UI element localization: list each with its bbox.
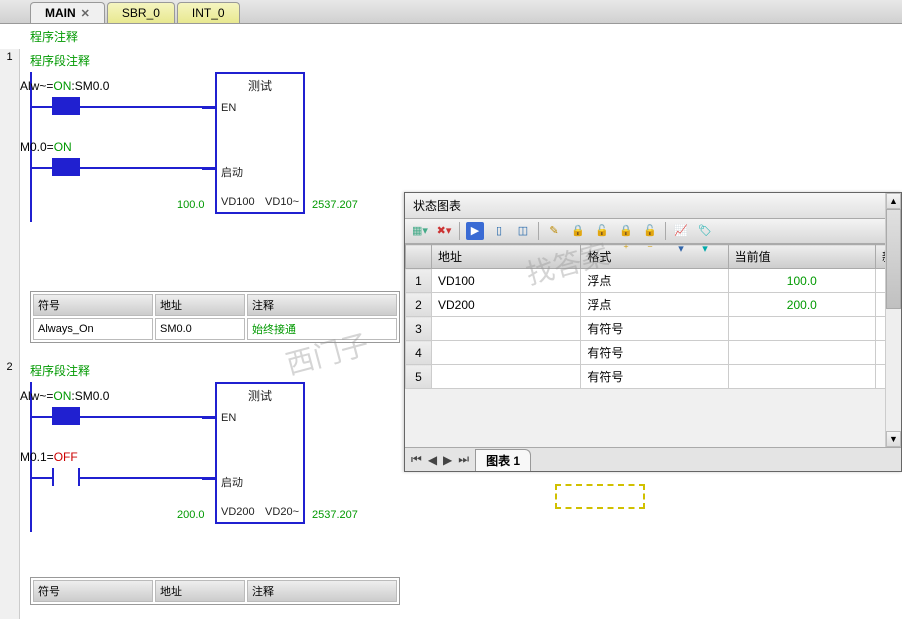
selection-marker (555, 484, 645, 509)
tab-sbr0[interactable]: SBR_0 (107, 2, 175, 23)
fb-title: 测试 (217, 74, 303, 97)
status-panel-title: 状态图表 (405, 193, 901, 219)
chart-tab[interactable]: 图表 1 (475, 449, 531, 471)
unlock-all-icon[interactable]: 🔓⁻ (641, 222, 659, 240)
status-toolbar: ▦▾ ✖▾ ▶ ▯ ◫ ✎ 🔒 🔓 🔒⁺ 🔓⁻ 📈▾ 🏷▾ (405, 219, 901, 244)
copy-icon[interactable]: ▯ (490, 222, 508, 240)
nav-prev-icon[interactable]: ◀ (428, 453, 437, 467)
program-comment[interactable]: 程序注释 (0, 24, 405, 49)
tab-int0[interactable]: INT_0 (177, 2, 240, 23)
status-table[interactable]: 地址 格式 当前值 新 1VD100浮点100.0 2VD200浮点200.0 … (405, 244, 901, 389)
status-tab-nav: ⏮ ◀ ▶ ⏭ 图表 1 (405, 447, 901, 471)
nav-last-icon[interactable]: ⏭ (458, 452, 469, 467)
table-row: 5有符号 (406, 365, 901, 389)
scroll-thumb[interactable] (886, 209, 901, 309)
fb-test-box[interactable]: 测试 EN 启动 VD100 VD10~ (215, 72, 305, 214)
scroll-down-icon[interactable]: ▼ (886, 431, 901, 447)
tab-main-label: MAIN (45, 6, 76, 20)
network-comment[interactable]: 程序段注释 (0, 49, 405, 72)
table-row: 1VD100浮点100.0 (406, 269, 901, 293)
symbol-table[interactable]: 符号地址注释 (30, 577, 400, 605)
scroll-up-icon[interactable]: ▲ (886, 193, 901, 209)
status-vscrollbar[interactable]: ▲ ▼ (885, 193, 901, 447)
tab-main[interactable]: MAIN ✕ (30, 2, 105, 23)
fb-test-box-b[interactable]: 测试 EN 启动 VD200 VD20~ (215, 382, 305, 524)
nav-next-icon[interactable]: ▶ (443, 453, 452, 467)
symbol-table[interactable]: 符号地址注释 Always_OnSM0.0始终接通 (30, 291, 400, 343)
tag-icon[interactable]: 🏷▾ (696, 222, 714, 240)
status-chart-panel: 状态图表 ▦▾ ✖▾ ▶ ▯ ◫ ✎ 🔒 🔓 🔒⁺ 🔓⁻ 📈▾ 🏷▾ 地址 格式… (404, 192, 902, 472)
delete-icon[interactable]: ✖▾ (435, 222, 453, 240)
nav-first-icon[interactable]: ⏮ (411, 452, 422, 467)
lock-icon[interactable]: 🔒 (569, 222, 587, 240)
new-icon[interactable]: ▦▾ (411, 222, 429, 240)
edit-icon[interactable]: ✎ (545, 222, 563, 240)
lock-all-icon[interactable]: 🔒⁺ (617, 222, 635, 240)
unlock-icon[interactable]: 🔓 (593, 222, 611, 240)
table-row: 2VD200浮点200.0 (406, 293, 901, 317)
trend-icon[interactable]: 📈▾ (672, 222, 690, 240)
ladder-editor[interactable]: 程序注释 1 程序段注释 Alw~=ON:SM0.0 (0, 24, 405, 636)
close-icon[interactable]: ✕ (81, 7, 90, 20)
paste-icon[interactable]: ◫ (514, 222, 532, 240)
table-row: 4有符号 (406, 341, 901, 365)
program-tabs: MAIN ✕ SBR_0 INT_0 (0, 0, 902, 24)
network-comment[interactable]: 程序段注释 (0, 359, 405, 382)
run-script-icon[interactable]: ▶ (466, 222, 484, 240)
table-row: 3有符号 (406, 317, 901, 341)
